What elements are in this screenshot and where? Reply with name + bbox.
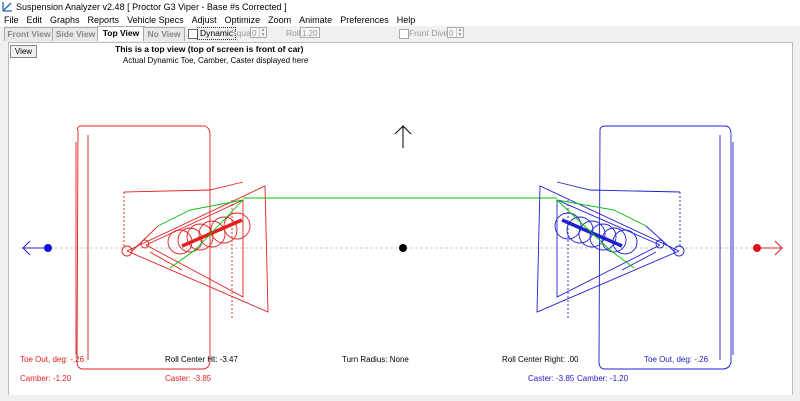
right-tire-outline (598, 125, 732, 370)
status-bar (0, 395, 800, 401)
right-caster-readout: Caster: -3.85 (528, 374, 575, 383)
right-toe-readout: Toe Out, deg: -.26 (644, 355, 709, 364)
front-direction-arrow (394, 125, 412, 148)
car-center-point (399, 244, 407, 252)
left-caster-readout: Caster: -3.85 (165, 374, 212, 383)
left-suspension (75, 125, 269, 370)
right-suspension (536, 125, 734, 370)
right-camber-readout: Camber: -1.20 (577, 374, 629, 383)
view-description: This is a top view (top of screen is fro… (115, 44, 304, 54)
right-direction-arrow (753, 240, 783, 256)
left-camber-readout: Camber: -1.20 (20, 374, 72, 383)
view-button[interactable]: View (10, 45, 37, 58)
suspension-top-view-drawing (20, 125, 785, 370)
left-direction-arrow (22, 240, 52, 256)
roll-center-height-readout: Roll Center Ht: -3.47 (165, 355, 238, 364)
roll-center-right-readout: Roll Center Right: .00 (502, 355, 579, 364)
left-toe-readout: Toe Out, deg: -.26 (20, 355, 85, 364)
view-subdescription: Actual Dynamic Toe, Camber, Caster displ… (123, 56, 309, 65)
turn-radius-readout: Turn Radius: None (342, 355, 409, 364)
